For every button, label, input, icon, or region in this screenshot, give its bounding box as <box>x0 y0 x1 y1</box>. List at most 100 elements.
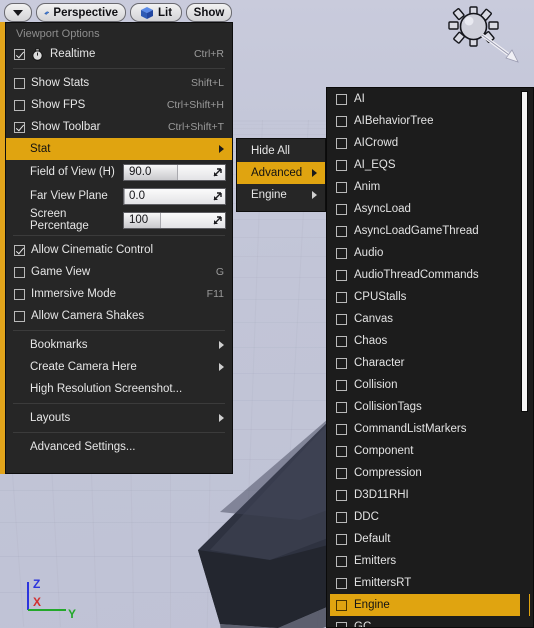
show-flags-button[interactable]: Show <box>186 3 232 22</box>
stat-list-item[interactable]: AICrowd <box>330 132 530 154</box>
menu-item-show-stats[interactable]: Show Stats Shift+L <box>6 72 232 94</box>
menu-item-stat[interactable]: Stat <box>6 138 232 160</box>
stat-list-item[interactable]: Anim <box>330 176 530 198</box>
checkbox[interactable] <box>336 247 347 259</box>
numeric-input[interactable]: 100 <box>123 211 226 229</box>
stat-list-item[interactable]: Default <box>330 528 530 550</box>
stat-list-item[interactable]: Engine <box>330 594 530 616</box>
stat-list-item[interactable]: DDC <box>330 506 530 528</box>
checkbox[interactable] <box>336 159 347 171</box>
checkbox[interactable] <box>14 310 25 322</box>
menu-item-label: Allow Cinematic Control <box>31 244 154 256</box>
stat-list-item[interactable]: Collision <box>330 374 530 396</box>
stat-list-item[interactable]: D3D11RHI <box>330 484 530 506</box>
menu-item-layouts[interactable]: Layouts <box>6 407 232 429</box>
stat-list-item[interactable]: Canvas <box>330 308 530 330</box>
checkbox[interactable] <box>14 266 25 278</box>
stat-list-item[interactable]: AsyncLoad <box>330 198 530 220</box>
stat-list-item[interactable]: CommandListMarkers <box>330 418 530 440</box>
checkbox[interactable] <box>336 115 347 127</box>
checkbox[interactable] <box>336 357 347 369</box>
menu-separator <box>13 403 225 404</box>
checkbox[interactable] <box>336 423 347 435</box>
numeric-input[interactable]: 0.0 <box>123 187 226 205</box>
stat-submenu-item-hide-all[interactable]: Hide All <box>237 140 325 162</box>
checkbox[interactable] <box>336 445 347 457</box>
viewport-type-button[interactable]: Perspective <box>36 3 126 22</box>
checkbox[interactable] <box>336 533 347 545</box>
checkbox[interactable] <box>336 467 347 479</box>
stat-list-item[interactable]: Component <box>330 440 530 462</box>
checkbox[interactable] <box>14 288 25 300</box>
stat-list-item[interactable]: Character <box>330 352 530 374</box>
drag-handle-icon[interactable] <box>212 215 222 226</box>
stat-list-item[interactable]: Chaos <box>330 330 530 352</box>
stat-submenu-item-engine[interactable]: Engine <box>237 184 325 206</box>
checkbox[interactable] <box>336 181 347 193</box>
submenu-arrow-icon <box>312 191 317 199</box>
checkbox[interactable] <box>336 511 347 523</box>
menu-item-immersive-mode[interactable]: Immersive Mode F11 <box>6 283 232 305</box>
stat-list-item[interactable]: AI <box>330 88 530 110</box>
stat-list-item-label: CommandListMarkers <box>354 423 467 435</box>
drag-handle-icon[interactable] <box>212 191 222 202</box>
numeric-input[interactable]: 90.0 <box>123 163 226 181</box>
stat-submenu-item-advanced[interactable]: Advanced <box>237 162 325 184</box>
view-mode-button[interactable]: Lit <box>130 3 182 22</box>
menu-item-label: Show Stats <box>31 77 90 89</box>
stat-list-item[interactable]: Compression <box>330 462 530 484</box>
stat-submenu[interactable]: Hide All Advanced Engine <box>236 138 326 212</box>
viewport-options-menu[interactable]: Viewport Options Realtime Ctrl+R Show Stat… <box>5 22 233 474</box>
menu-item-show-toolbar[interactable]: Show Toolbar Ctrl+Shift+T <box>6 116 232 138</box>
checkbox[interactable] <box>336 555 347 567</box>
menu-item-label: Layouts <box>30 412 71 424</box>
menu-item-show-fps[interactable]: Show FPS Ctrl+Shift+H <box>6 94 232 116</box>
checkbox[interactable] <box>14 121 25 133</box>
menu-item-create-camera-here[interactable]: Create Camera Here <box>6 356 232 378</box>
checkbox[interactable] <box>336 577 347 589</box>
menu-item-high-resolution-screenshot[interactable]: High Resolution Screenshot... <box>6 378 232 400</box>
stat-list-item[interactable]: CPUStalls <box>330 286 530 308</box>
checkbox[interactable] <box>336 291 347 303</box>
stat-list-item[interactable]: Emitters <box>330 550 530 572</box>
viewport-options-button[interactable] <box>4 3 32 22</box>
stat-list-item-label: GC <box>354 621 372 628</box>
drag-handle-icon[interactable] <box>212 167 222 178</box>
checkbox[interactable] <box>336 379 347 391</box>
menu-item-allow-camera-shakes[interactable]: Allow Camera Shakes <box>6 305 232 327</box>
stat-list-item[interactable]: AudioThreadCommands <box>330 264 530 286</box>
stat-list-item[interactable]: EmittersRT <box>330 572 530 594</box>
menu-separator <box>13 235 225 236</box>
checkbox[interactable] <box>336 489 347 501</box>
stat-list-item[interactable]: AI_EQS <box>330 154 530 176</box>
stat-list-item[interactable]: Audio <box>330 242 530 264</box>
checkbox[interactable] <box>14 77 25 89</box>
menu-item-bookmarks[interactable]: Bookmarks <box>6 334 232 356</box>
checkbox[interactable] <box>336 93 347 105</box>
checkbox[interactable] <box>14 48 25 60</box>
stat-list-item[interactable]: AsyncLoadGameThread <box>330 220 530 242</box>
checkbox[interactable] <box>336 203 347 215</box>
stat-list-item[interactable]: AIBehaviorTree <box>330 110 530 132</box>
menu-item-allow-cinematic-control[interactable]: Allow Cinematic Control <box>6 239 232 261</box>
scrollbar-thumb[interactable] <box>521 91 528 412</box>
submenu-arrow-icon <box>219 363 224 371</box>
checkbox[interactable] <box>14 244 25 256</box>
stat-list-item[interactable]: GC <box>330 616 530 628</box>
menu-item-advanced-settings[interactable]: Advanced Settings... <box>6 436 232 458</box>
checkbox[interactable] <box>336 401 347 413</box>
checkbox[interactable] <box>336 269 347 281</box>
checkbox[interactable] <box>336 137 347 149</box>
stat-advanced-list[interactable]: AI AIBehaviorTree AICrowd AI_EQS Anim AsyncLo… <box>326 87 534 628</box>
checkbox[interactable] <box>336 335 347 347</box>
stat-list-scrollbar[interactable] <box>520 91 529 626</box>
checkbox[interactable] <box>336 599 347 611</box>
menu-item-game-view[interactable]: Game View G <box>6 261 232 283</box>
menu-item-realtime[interactable]: Realtime Ctrl+R <box>6 43 232 65</box>
stat-list-item[interactable]: CollisionTags <box>330 396 530 418</box>
checkbox[interactable] <box>14 99 25 111</box>
checkbox[interactable] <box>336 313 347 325</box>
checkbox[interactable] <box>336 621 347 627</box>
checkbox[interactable] <box>336 225 347 237</box>
menu-heading: Viewport Options <box>16 28 100 40</box>
